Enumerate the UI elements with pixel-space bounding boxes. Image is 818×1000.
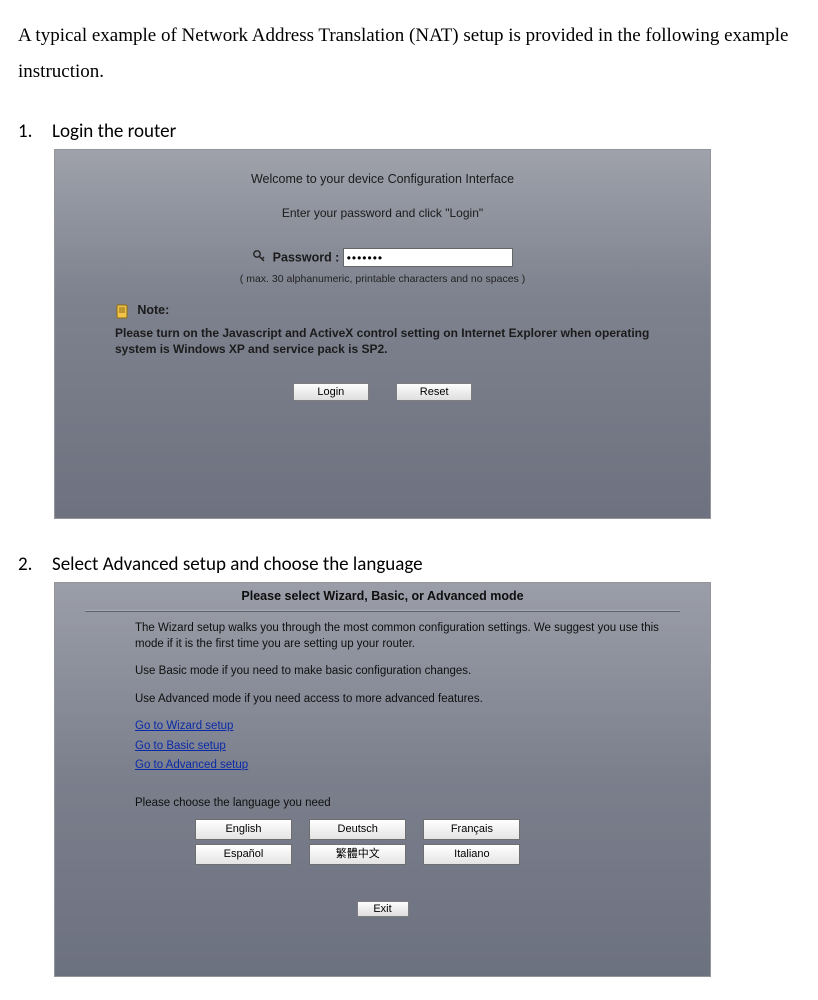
- password-label: Password :: [273, 251, 340, 265]
- exit-button[interactable]: Exit: [357, 901, 409, 917]
- mode-header: Please select Wizard, Basic, or Advanced…: [55, 583, 710, 603]
- intro-text: A typical example of Network Address Tra…: [18, 18, 800, 90]
- login-screenshot: Welcome to your device Configuration Int…: [54, 149, 711, 519]
- basic-desc: Use Basic mode if you need to make basic…: [135, 664, 670, 680]
- note-body: Please turn on the Javascript and Active…: [115, 325, 680, 357]
- note-box: Note: Please turn on the Javascript and …: [115, 303, 680, 357]
- step-1-number: 1.: [18, 120, 52, 143]
- lang-chinese-button[interactable]: 繁體中文: [309, 844, 406, 865]
- lang-espanol-button[interactable]: Español: [195, 844, 292, 865]
- reset-button[interactable]: Reset: [396, 383, 472, 401]
- enter-prompt: Enter your password and click "Login": [55, 206, 710, 220]
- language-label: Please choose the language you need: [135, 796, 670, 812]
- welcome-text: Welcome to your device Configuration Int…: [55, 150, 710, 186]
- note-icon: [115, 304, 130, 319]
- login-button[interactable]: Login: [293, 383, 369, 401]
- step-2-text: Select Advanced setup and choose the lan…: [52, 553, 800, 576]
- link-advanced-setup[interactable]: Go to Advanced setup: [135, 758, 248, 774]
- step-2-number: 2.: [18, 553, 52, 576]
- wizard-desc: The Wizard setup walks you through the m…: [135, 621, 670, 652]
- language-grid: English Deutsch Français Español 繁體中文 It…: [195, 817, 670, 867]
- step-1: 1. Login the router: [18, 120, 800, 143]
- mode-body: The Wizard setup walks you through the m…: [55, 611, 710, 867]
- lang-deutsch-button[interactable]: Deutsch: [309, 819, 406, 840]
- link-wizard-setup[interactable]: Go to Wizard setup: [135, 719, 233, 735]
- mode-screenshot: Please select Wizard, Basic, or Advanced…: [54, 582, 711, 977]
- lang-english-button[interactable]: English: [195, 819, 292, 840]
- step-2: 2. Select Advanced setup and choose the …: [18, 553, 800, 576]
- key-icon: [252, 249, 266, 266]
- login-button-row: Login Reset: [55, 383, 710, 401]
- advanced-desc: Use Advanced mode if you need access to …: [135, 692, 670, 708]
- password-input[interactable]: [343, 248, 513, 267]
- step-1-text: Login the router: [52, 120, 800, 143]
- password-hint: ( max. 30 alphanumeric, printable charac…: [55, 273, 710, 285]
- link-basic-setup[interactable]: Go to Basic setup: [135, 739, 226, 755]
- note-title: Note:: [137, 303, 169, 317]
- lang-italiano-button[interactable]: Italiano: [423, 844, 520, 865]
- exit-row: Exit: [55, 901, 710, 917]
- password-row: Password :: [55, 248, 710, 267]
- lang-francais-button[interactable]: Français: [423, 819, 520, 840]
